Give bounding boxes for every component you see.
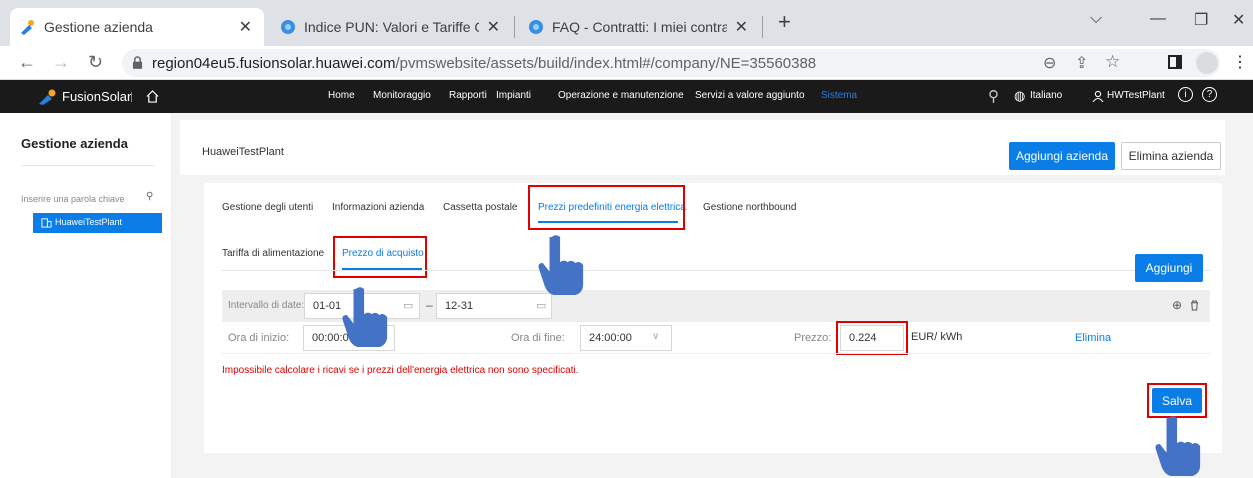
- info-icon[interactable]: i: [1178, 87, 1193, 102]
- highlight-box-price: [836, 321, 908, 355]
- close-icon[interactable]: ✕: [239, 17, 252, 37]
- nav-home[interactable]: Home: [328, 90, 355, 101]
- app-header: FusionSolar Home Monitoraggio Rapporti I…: [0, 80, 1253, 113]
- error-message: Impossibile calcolare i ricavi se i prez…: [222, 365, 579, 376]
- tab-separator: [762, 16, 763, 38]
- sidebar: Gestione azienda Inserire una parola chi…: [0, 113, 172, 478]
- browser-menu-icon[interactable]: ⋮: [1232, 52, 1248, 72]
- back-arrow-icon[interactable]: ←: [18, 52, 36, 73]
- company-name: HuaweiTestPlant: [202, 146, 284, 158]
- help-icon[interactable]: ?: [1202, 87, 1217, 102]
- user-icon[interactable]: [1092, 90, 1104, 102]
- globe-favicon-icon: [281, 20, 295, 34]
- user-name[interactable]: HWTestPlant: [1107, 90, 1165, 101]
- browser-tab-pun[interactable]: Indice PUN: Valori e Tariffe Gas Se ✕: [270, 8, 512, 46]
- restore-icon[interactable]: ❐: [1194, 10, 1208, 30]
- sidebar-tree-label: HuaweiTestPlant: [55, 217, 123, 227]
- trash-icon[interactable]: [1190, 300, 1199, 311]
- tab-cassetta-postale[interactable]: Cassetta postale: [443, 202, 518, 213]
- url-host: region04eu5.fusionsolar.huawei.com: [152, 55, 396, 72]
- forward-arrow-icon[interactable]: →: [52, 52, 70, 73]
- pointing-hand-icon: [1155, 416, 1201, 476]
- reload-icon[interactable]: ↻: [88, 52, 103, 73]
- nav-operazione[interactable]: Operazione e manutenzione: [558, 90, 684, 101]
- search-icon[interactable]: ⚲: [988, 87, 999, 105]
- browser-tab-gestione[interactable]: Gestione azienda ✕: [10, 8, 264, 46]
- date-range-label: Intervallo di date:: [228, 300, 305, 311]
- highlight-box-save: [1147, 383, 1207, 418]
- bookmark-star-icon[interactable]: ☆: [1105, 52, 1120, 72]
- browser-tab-bar: Gestione azienda ✕ Indice PUN: Valori e …: [0, 0, 1253, 46]
- sidebar-divider: [21, 165, 155, 166]
- browser-tab-title: Indice PUN: Valori e Tariffe Gas Se: [304, 19, 479, 35]
- add-circle-icon[interactable]: ⊕: [1172, 298, 1182, 312]
- tab-gestione-northbound[interactable]: Gestione northbound: [703, 202, 796, 213]
- language-selector[interactable]: Italiano: [1030, 90, 1062, 101]
- browser-tab-title: FAQ - Contratti: I miei contratti | /: [552, 19, 727, 35]
- tab-informazioni-azienda[interactable]: Informazioni azienda: [332, 202, 424, 213]
- brand-name: FusionSolar: [62, 89, 132, 104]
- close-icon[interactable]: ✕: [487, 17, 500, 37]
- highlight-box-tab: [528, 185, 685, 230]
- sidepanel-icon[interactable]: [1168, 55, 1182, 69]
- nav-impianti[interactable]: Impianti: [496, 90, 531, 101]
- header-divider: [131, 92, 132, 102]
- sidebar-tree-item[interactable]: HuaweiTestPlant: [33, 213, 162, 233]
- date-separator: –: [426, 298, 433, 312]
- nav-servizi[interactable]: Servizi a valore aggiunto: [695, 90, 805, 101]
- fusionsolar-favicon-icon: [21, 20, 34, 35]
- profile-avatar-icon[interactable]: [1196, 52, 1218, 74]
- tab-separator: [514, 16, 515, 38]
- tab-gestione-utenti[interactable]: Gestione degli utenti: [222, 202, 313, 213]
- browser-tab-faq[interactable]: FAQ - Contratti: I miei contratti | / ✕: [518, 8, 760, 46]
- calendar-icon[interactable]: ▭: [403, 299, 413, 312]
- date-to-input[interactable]: 12-31: [436, 293, 552, 319]
- url-field[interactable]: region04eu5.fusionsolar.huawei.com/pvmsw…: [122, 49, 1220, 77]
- minimize-icon[interactable]: —: [1150, 10, 1166, 28]
- building-icon: [41, 218, 52, 228]
- nav-monitoraggio[interactable]: Monitoraggio: [373, 90, 431, 101]
- add-company-button[interactable]: Aggiungi azienda: [1009, 142, 1115, 170]
- sidebar-title: Gestione azienda: [21, 136, 128, 151]
- subtab-tariffa-alimentazione[interactable]: Tariffa di alimentazione: [222, 248, 324, 259]
- fusionsolar-logo-icon: [39, 89, 56, 105]
- window-close-icon[interactable]: ✕: [1232, 10, 1245, 30]
- search-icon[interactable]: ⚲: [146, 191, 153, 202]
- sidebar-search-input[interactable]: Inserire una parola chiave: [21, 194, 125, 204]
- share-icon[interactable]: ⇪: [1075, 53, 1088, 73]
- close-icon[interactable]: ✕: [735, 17, 748, 37]
- nav-rapporti[interactable]: Rapporti: [449, 90, 487, 101]
- url-text: region04eu5.fusionsolar.huawei.com/pvmsw…: [152, 55, 816, 72]
- lock-icon: [132, 56, 143, 69]
- chevron-down-icon[interactable]: ∨: [652, 331, 659, 342]
- address-bar-row: ← → ↻ region04eu5.fusionsolar.huawei.com…: [0, 46, 1253, 80]
- nav-sistema[interactable]: Sistema: [821, 90, 857, 101]
- globe-favicon-icon: [529, 20, 543, 34]
- new-tab-icon[interactable]: +: [778, 9, 791, 35]
- zoom-icon[interactable]: ⊖: [1043, 53, 1056, 73]
- add-price-button[interactable]: Aggiungi: [1135, 254, 1203, 282]
- delete-company-button[interactable]: Elimina azienda: [1121, 142, 1221, 170]
- home-icon[interactable]: [146, 90, 159, 103]
- highlight-box-subtab: [333, 236, 427, 278]
- pointing-hand-icon: [538, 235, 584, 295]
- browser-tab-title: Gestione azienda: [44, 19, 153, 35]
- globe-icon[interactable]: ◍: [1014, 88, 1025, 104]
- pointing-hand-icon: [342, 287, 388, 347]
- calendar-icon[interactable]: ▭: [536, 299, 546, 312]
- price-label: Prezzo:: [794, 332, 832, 344]
- start-time-label: Ora di inizio:: [228, 332, 290, 344]
- end-time-label: Ora di fine:: [511, 332, 565, 344]
- row-divider: [222, 353, 1210, 354]
- tab-search-chevron-icon[interactable]: ⌵: [1090, 10, 1102, 28]
- url-path: /pvmswebsite/assets/build/index.html#/co…: [395, 55, 817, 72]
- delete-row-link[interactable]: Elimina: [1075, 332, 1111, 344]
- subtab-divider: [222, 270, 1210, 271]
- price-unit: EUR/ kWh: [911, 331, 963, 343]
